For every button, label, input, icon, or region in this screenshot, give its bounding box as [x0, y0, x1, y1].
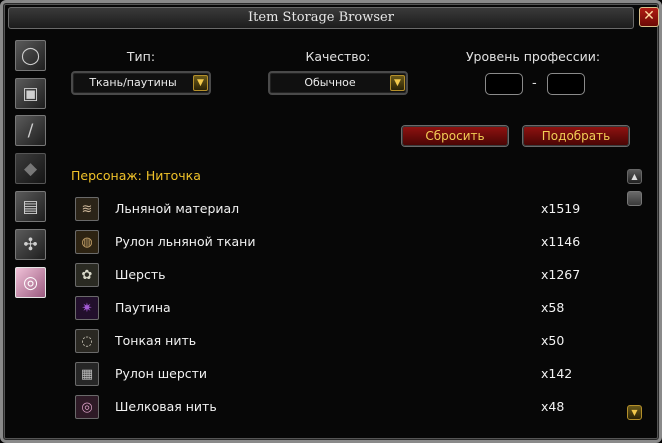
linen-bolt-icon: ◍: [75, 230, 99, 254]
close-button[interactable]: ✕: [639, 7, 659, 27]
tools-icon[interactable]: ✣: [15, 229, 46, 260]
chevron-down-icon: ▼: [631, 408, 638, 417]
window-title: Item Storage Browser: [248, 10, 394, 25]
scrollbar-thumb[interactable]: [627, 191, 642, 206]
item-name: Рулон шерсти: [115, 366, 208, 381]
gem-icon[interactable]: ◆: [15, 153, 46, 184]
level-separator: -: [532, 76, 537, 91]
list-item[interactable]: ✷ Паутина x58: [75, 296, 595, 320]
chevron-up-icon: ▲: [631, 172, 638, 181]
quality-dropdown[interactable]: Обычное ▼: [268, 71, 408, 95]
item-name: Льняной материал: [115, 201, 240, 216]
item-name: Тонкая нить: [115, 333, 197, 348]
item-name: Шелковая нить: [115, 399, 217, 414]
chevron-down-icon[interactable]: ▼: [390, 75, 405, 91]
ring-icon[interactable]: ◯: [15, 40, 46, 71]
list-item[interactable]: ◎ Шелковая нить x48: [75, 395, 595, 419]
quality-dropdown-value: Обычное: [304, 76, 356, 89]
item-count: x142: [541, 366, 573, 381]
profession-level-label: Уровень профессии:: [465, 49, 601, 64]
list-item[interactable]: ▦ Рулон шерсти x142: [75, 362, 595, 386]
type-dropdown[interactable]: Ткань/паутины ▼: [71, 71, 211, 95]
item-name: Паутина: [115, 300, 171, 315]
level-max-input[interactable]: [547, 73, 585, 95]
item-count: x1146: [541, 234, 581, 249]
wool-bolt-icon: ▦: [75, 362, 99, 386]
item-storage-window: Item Storage Browser ✕ ◯ ▣ / ◆ ▤ ✣ ◎ Тип…: [0, 0, 662, 443]
scroll-down-button[interactable]: ▼: [627, 405, 642, 420]
type-label: Тип:: [126, 49, 156, 64]
thread-icon: ◌: [75, 329, 99, 353]
list-item[interactable]: ≋ Льняной материал x1519: [75, 197, 595, 221]
item-count: x48: [541, 399, 565, 414]
type-dropdown-value: Ткань/паутины: [89, 76, 177, 89]
level-min-input[interactable]: [485, 73, 523, 95]
plate-gear-icon[interactable]: ▤: [15, 191, 46, 222]
silk-thread-icon: ◎: [75, 395, 99, 419]
list-item[interactable]: ◍ Рулон льняной ткани x1146: [75, 230, 595, 254]
chevron-down-icon[interactable]: ▼: [193, 75, 208, 91]
cobweb-icon: ✷: [75, 296, 99, 320]
wool-cloth-icon: ✿: [75, 263, 99, 287]
item-name: Шерсть: [115, 267, 166, 282]
scroll-up-button[interactable]: ▲: [627, 169, 642, 184]
character-label: Персонаж: Ниточка: [71, 168, 201, 183]
sword-icon[interactable]: /: [15, 115, 46, 146]
close-icon: ✕: [643, 8, 655, 24]
cloth-icon[interactable]: ◎: [15, 267, 46, 298]
list-item[interactable]: ◌ Тонкая нить x50: [75, 329, 595, 353]
item-name: Рулон льняной ткани: [115, 234, 256, 249]
reset-button[interactable]: Сбросить: [402, 126, 508, 146]
select-button[interactable]: Подобрать: [523, 126, 629, 146]
item-count: x50: [541, 333, 565, 348]
title-bar[interactable]: Item Storage Browser: [8, 7, 634, 29]
item-count: x1267: [541, 267, 581, 282]
quality-label: Качество:: [305, 49, 371, 64]
linen-cloth-icon: ≋: [75, 197, 99, 221]
chest-armor-icon[interactable]: ▣: [15, 78, 46, 109]
list-item[interactable]: ✿ Шерсть x1267: [75, 263, 595, 287]
item-count: x1519: [541, 201, 581, 216]
item-count: x58: [541, 300, 565, 315]
